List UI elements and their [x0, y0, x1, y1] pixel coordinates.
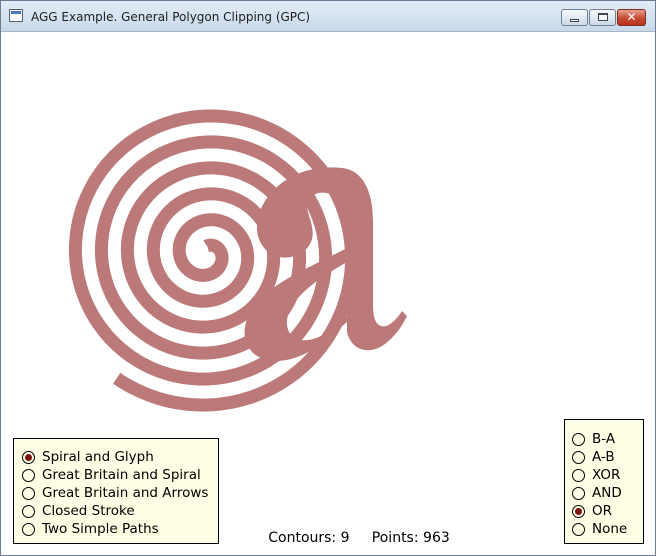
mode-spiral-and-glyph[interactable]: Spiral and Glyph: [22, 448, 154, 466]
operation-xor[interactable]: XOR: [572, 466, 620, 484]
radio-label: Great Britain and Spiral: [42, 467, 201, 483]
maximize-icon: [598, 13, 608, 21]
status-line: Contours: 9 Points: 963: [1, 530, 655, 546]
operation-and[interactable]: AND: [572, 484, 622, 502]
window-title: AGG Example. General Polygon Clipping (G…: [31, 10, 311, 24]
points-value: 963: [423, 530, 450, 546]
radio-label: A-B: [592, 449, 615, 465]
mode-radio-group: Spiral and Glyph Great Britain and Spira…: [13, 438, 219, 544]
radio-button-icon[interactable]: [22, 450, 35, 464]
maximize-button[interactable]: [589, 9, 616, 26]
radio-label: Spiral and Glyph: [42, 449, 154, 465]
radio-button-icon[interactable]: [22, 486, 35, 500]
mode-great-britain-and-spiral[interactable]: Great Britain and Spiral: [22, 466, 201, 484]
radio-label: XOR: [592, 467, 621, 483]
radio-label: Great Britain and Arrows: [42, 485, 209, 501]
points-label: Points:: [371, 530, 419, 546]
radio-label: OR: [592, 503, 613, 519]
close-button[interactable]: ✕: [617, 9, 646, 26]
radio-button-icon[interactable]: [572, 432, 585, 446]
radio-button-icon[interactable]: [22, 504, 35, 518]
operation-b-minus-a[interactable]: B-A: [572, 430, 615, 448]
operation-or[interactable]: OR: [572, 502, 612, 520]
radio-label: B-A: [592, 431, 616, 447]
contours-value: 9: [340, 530, 350, 546]
radio-button-icon[interactable]: [572, 450, 585, 464]
clipping-result: [68, 109, 407, 412]
title-bar[interactable]: AGG Example. General Polygon Clipping (G…: [1, 1, 655, 32]
app-window-icon: [9, 9, 23, 22]
radio-button-icon[interactable]: [572, 486, 585, 500]
operation-radio-group: B-A A-B XOR AND OR None: [564, 419, 644, 544]
operation-a-minus-b[interactable]: A-B: [572, 448, 615, 466]
spiral-shape: [68, 109, 358, 412]
radio-button-icon[interactable]: [572, 468, 585, 482]
radio-label: Closed Stroke: [42, 503, 135, 519]
close-icon: ✕: [626, 10, 637, 24]
radio-label: AND: [592, 485, 622, 501]
mode-closed-stroke[interactable]: Closed Stroke: [22, 502, 135, 520]
radio-button-icon[interactable]: [572, 504, 585, 518]
contours-label: Contours:: [268, 530, 337, 546]
minimize-icon: [570, 19, 579, 22]
minimize-button[interactable]: [561, 9, 588, 26]
radio-button-icon[interactable]: [22, 468, 35, 482]
mode-great-britain-and-arrows[interactable]: Great Britain and Arrows: [22, 484, 208, 502]
app-window: AGG Example. General Polygon Clipping (G…: [0, 0, 656, 556]
